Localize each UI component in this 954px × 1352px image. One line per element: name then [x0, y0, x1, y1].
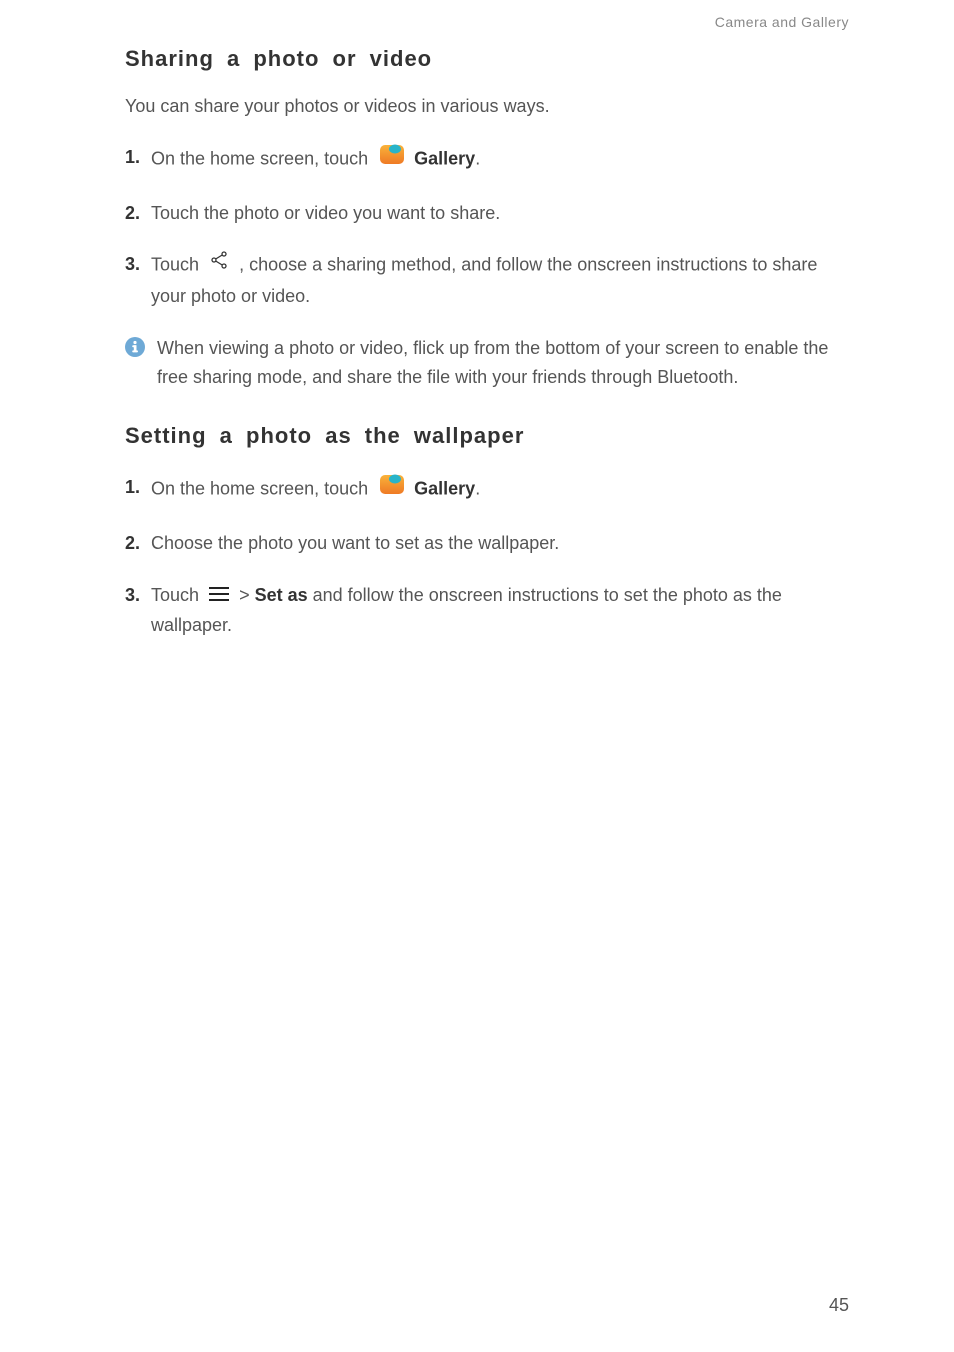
document-page: Camera and Gallery Sharing a photo or vi…	[0, 0, 954, 640]
step-text-pre: Touch	[151, 255, 204, 275]
gallery-icon	[379, 142, 405, 176]
step-text-post: .	[475, 479, 480, 499]
section-heading-sharing: Sharing a photo or video	[125, 46, 849, 72]
step-text-gt: >	[239, 585, 255, 605]
step-1: 1. On the home screen, touch	[125, 473, 849, 507]
step-text-post: .	[475, 149, 480, 169]
section-heading-wallpaper: Setting a photo as the wallpaper	[125, 423, 849, 449]
step-1: 1. On the home screen, touch	[125, 143, 849, 177]
step-body: Choose the photo you want to set as the …	[151, 529, 849, 559]
gallery-label: Gallery	[414, 149, 475, 169]
step-text-pre: On the home screen, touch	[151, 149, 373, 169]
info-icon	[125, 337, 151, 367]
gallery-icon	[379, 472, 405, 506]
steps-list-sharing: 1. On the home screen, touch	[125, 143, 849, 312]
step-number: 3.	[125, 581, 151, 611]
setas-label: Set as	[255, 585, 308, 605]
info-note: When viewing a photo or video, flick up …	[125, 334, 849, 393]
step-number: 3.	[125, 250, 151, 280]
step-text-pre: Touch	[151, 585, 204, 605]
step-body: On the home screen, touch Gallery.	[151, 473, 849, 507]
step-number: 1.	[125, 143, 151, 173]
page-number: 45	[829, 1295, 849, 1316]
step-text-pre: On the home screen, touch	[151, 479, 373, 499]
section-intro: You can share your photos or videos in v…	[125, 96, 849, 117]
step-2: 2. Touch the photo or video you want to …	[125, 199, 849, 229]
step-text-post: , choose a sharing method, and follow th…	[151, 255, 817, 306]
share-icon	[208, 249, 230, 281]
info-text: When viewing a photo or video, flick up …	[151, 334, 849, 393]
step-3: 3. Touch , choose a sharing method, and …	[125, 250, 849, 311]
menu-icon	[208, 582, 230, 612]
step-number: 2.	[125, 199, 151, 229]
steps-list-wallpaper: 1. On the home screen, touch	[125, 473, 849, 640]
step-2: 2. Choose the photo you want to set as t…	[125, 529, 849, 559]
gallery-label: Gallery	[414, 479, 475, 499]
step-body: Touch the photo or video you want to sha…	[151, 199, 849, 229]
step-body: Touch > Set as and follow the onscreen i…	[151, 581, 849, 641]
step-body: Touch , choose a sharing method, and fol…	[151, 250, 849, 311]
step-number: 2.	[125, 529, 151, 559]
step-body: On the home screen, touch Gallery.	[151, 143, 849, 177]
step-3: 3. Touch > Set as and follow the onscree…	[125, 581, 849, 641]
page-category: Camera and Gallery	[125, 14, 849, 30]
step-number: 1.	[125, 473, 151, 503]
